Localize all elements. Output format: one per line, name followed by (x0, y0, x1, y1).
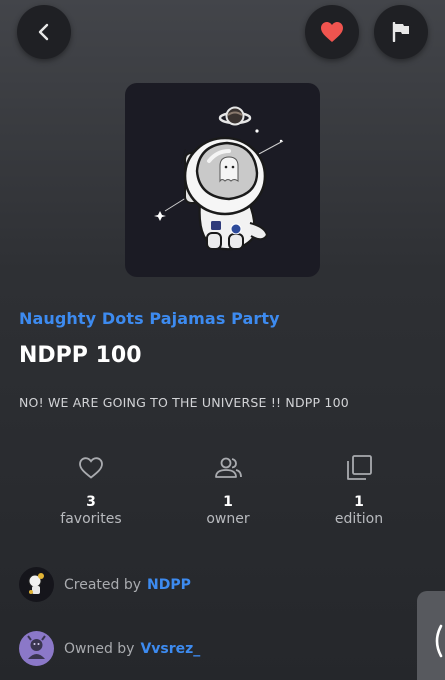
owner-stat[interactable]: 1 owner (168, 452, 288, 527)
creator-prefix: Created by (64, 576, 142, 593)
favorite-button[interactable] (305, 5, 359, 59)
favorites-stat[interactable]: 3 favorites (31, 452, 151, 527)
side-drawer-tab[interactable] (417, 591, 445, 680)
nft-artwork[interactable]: / // (125, 83, 320, 277)
back-button[interactable] (17, 5, 71, 59)
svg-text://: // (181, 156, 187, 165)
astronaut-artwork: / // (154, 106, 284, 251)
creator-name[interactable]: NDPP (147, 577, 191, 593)
heart-icon (321, 22, 343, 42)
people-icon (215, 457, 242, 478)
edition-count: 1 (354, 494, 364, 510)
owner-row[interactable]: Owned by Vvsrez_ (19, 631, 200, 666)
favorites-label: favorites (60, 511, 122, 527)
creator-avatar-image (28, 573, 44, 594)
collection-link[interactable]: Naughty Dots Pajamas Party (19, 309, 280, 328)
creator-row[interactable]: Created by NDPP (19, 567, 191, 602)
owner-name[interactable]: Vvsrez_ (140, 641, 200, 657)
owner-prefix: Owned by (64, 640, 135, 657)
edition-label: edition (334, 511, 384, 527)
owner-avatar (19, 631, 54, 666)
heart-outline-icon (79, 457, 103, 479)
nft-description: NO! WE ARE GOING TO THE UNIVERSE !! NDPP… (19, 395, 349, 410)
owner-label: owner (206, 511, 250, 527)
creator-avatar (19, 567, 54, 602)
report-button[interactable] (374, 5, 428, 59)
chevron-left-icon (38, 23, 49, 41)
owner-avatar-image (27, 635, 46, 659)
copies-icon (347, 455, 372, 480)
favorites-count: 3 (86, 494, 96, 510)
flag-icon (392, 22, 409, 42)
owner-count: 1 (223, 494, 233, 510)
chevron-left-icon (435, 624, 443, 658)
nft-title: NDPP 100 (19, 343, 142, 368)
edition-stat[interactable]: 1 edition (299, 452, 419, 527)
